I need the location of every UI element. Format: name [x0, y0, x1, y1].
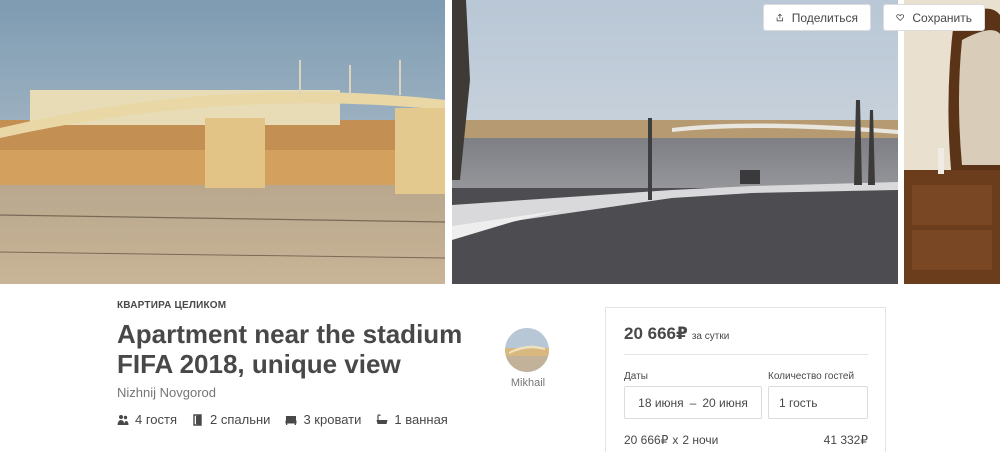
guests-value: 1 гость: [779, 395, 818, 410]
price-unit: за сутки: [691, 331, 730, 342]
photo-bridge-sunset[interactable]: [0, 0, 445, 284]
save-button[interactable]: Сохранить: [883, 4, 985, 31]
breakdown-times: x: [672, 433, 679, 447]
bedroom-icon: [193, 413, 202, 426]
breakdown-price: 20 666₽: [624, 433, 669, 447]
listing-city[interactable]: Nizhnij Novgorod: [117, 385, 497, 400]
listing-title: Apartment near the stadium FIFA 2018, un…: [117, 319, 463, 379]
share-button[interactable]: Поделиться: [763, 4, 871, 31]
booking-card: 20 666₽ за сутки Даты Количество гостей …: [605, 307, 886, 452]
price-breakdown-row: 20 666₽ x 2 ночи 41 332₽: [624, 433, 868, 447]
dates-picker[interactable]: 18 июня – 20 июня: [624, 386, 762, 419]
photo-gallery: Поделиться Сохранить: [0, 0, 1000, 284]
guests-selector[interactable]: 1 гость: [768, 386, 868, 419]
breakdown-total: 41 332₽: [823, 433, 868, 447]
amenity-baths-label: 1 ванная: [394, 412, 448, 427]
host-name: Mikhail: [510, 377, 546, 389]
check-out-date[interactable]: 20 июня: [702, 396, 748, 410]
price-row: 20 666₽ за сутки: [624, 324, 729, 344]
dates-label: Даты: [624, 371, 648, 382]
amenity-bedrooms-label: 2 спальни: [210, 412, 271, 427]
listing-summary: КВАРТИРА ЦЕЛИКОМ Apartment near the stad…: [117, 300, 497, 427]
price-breakdown-formula: 20 666₽ x 2 ночи: [624, 433, 718, 447]
avatar[interactable]: [505, 328, 549, 372]
divider: [624, 354, 868, 355]
nightly-price: 20 666₽: [624, 324, 688, 343]
amenity-bedrooms: 2 спальни: [192, 412, 270, 427]
host-profile[interactable]: Mikhail: [505, 328, 551, 389]
amenity-baths: 1 ванная: [376, 412, 448, 427]
share-label: Поделиться: [791, 10, 858, 25]
amenity-guests: 4 гостя: [117, 412, 177, 427]
breakdown-nights: 2 ночи: [682, 433, 719, 447]
bath-icon: [376, 413, 388, 424]
check-in-date[interactable]: 18 июня: [638, 396, 684, 410]
amenity-guests-label: 4 гостя: [135, 412, 178, 427]
photo-interior[interactable]: [904, 0, 1000, 284]
bed-icon: [285, 415, 297, 425]
listing-type: КВАРТИРА ЦЕЛИКОМ: [117, 300, 227, 311]
heart-icon: [896, 14, 905, 22]
guests-icon: [117, 414, 129, 425]
guests-label: Количество гостей: [768, 371, 855, 382]
save-label: Сохранить: [912, 10, 972, 25]
share-icon: [776, 13, 784, 22]
photo-riverside[interactable]: [452, 0, 898, 284]
amenity-beds-label: 3 кровати: [303, 412, 362, 427]
amenity-beds: 3 кровати: [285, 412, 361, 427]
amenity-list: 4 гостя 2 спальни 3 кровати 1 ванная: [117, 412, 497, 427]
date-separator: –: [689, 395, 697, 410]
